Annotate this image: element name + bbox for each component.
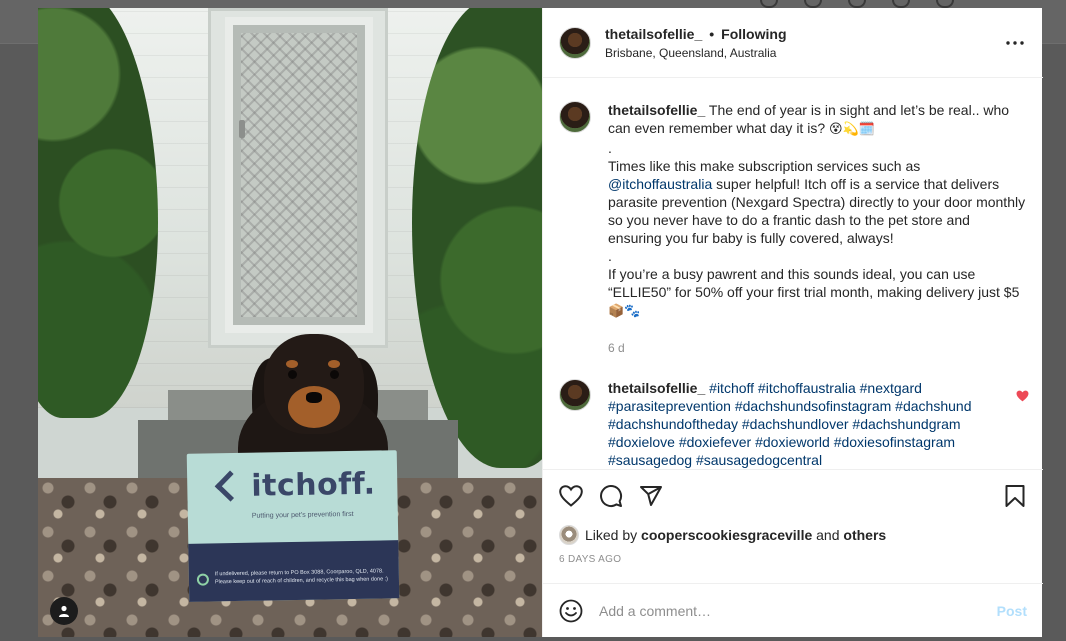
like-button[interactable]: [559, 484, 583, 508]
bag-fineprint: If undelivered, please return to PO Box …: [214, 568, 389, 586]
emoji-button[interactable]: [559, 599, 583, 623]
liker-avatar[interactable]: [559, 525, 579, 545]
comment-icon: [600, 485, 623, 507]
share-icon: [640, 486, 662, 506]
heart-filled-icon: [1016, 390, 1029, 402]
avatar[interactable]: [559, 379, 591, 411]
save-button[interactable]: [1003, 484, 1027, 508]
itchoff-logo-icon: [214, 470, 246, 502]
avatar[interactable]: [559, 26, 591, 59]
comment-input[interactable]: [599, 602, 997, 619]
itchoff-bag: itchoff. Putting your pet's prevention f…: [186, 450, 400, 602]
tagged-users-button[interactable]: [50, 597, 78, 625]
more-options-button[interactable]: [1003, 31, 1027, 55]
bag-tagline: Putting your pet's prevention first: [251, 510, 354, 520]
comment-like-button[interactable]: [1016, 389, 1029, 407]
header-username[interactable]: thetailsofellie_: [605, 26, 702, 42]
comment-button[interactable]: [599, 484, 623, 508]
liker-username[interactable]: cooperscookiesgraceville: [641, 527, 812, 543]
dog-eye: [288, 370, 297, 379]
post-comment-button[interactable]: Post: [997, 603, 1027, 619]
caption-dot: .: [608, 140, 612, 156]
photo-door: [208, 8, 388, 348]
post-details-panel: thetailsofellie_ • Following Brisbane, Q…: [542, 8, 1043, 637]
post-photo: itchoff. Putting your pet's prevention f…: [38, 8, 542, 637]
bag-band: If undelivered, please return to PO Box …: [188, 540, 400, 602]
likes-prefix: Liked by: [585, 527, 638, 543]
caption-username[interactable]: thetailsofellie_: [608, 102, 705, 118]
post-header: thetailsofellie_ • Following Brisbane, Q…: [543, 8, 1043, 78]
post-actions: Liked by cooperscookiesgraceville and ot…: [543, 469, 1043, 565]
user-icon: [59, 605, 69, 617]
add-comment-bar: Post: [543, 583, 1043, 637]
caption-comment: thetailsofellie_ The end of year is in s…: [543, 101, 1043, 357]
more-dots-icon: [1006, 40, 1024, 45]
header-separator: •: [709, 25, 715, 42]
likes-and: and: [816, 527, 840, 543]
post-modal: itchoff. Putting your pet's prevention f…: [38, 8, 1043, 637]
dog-brow: [328, 360, 340, 368]
likes-summary: Liked by cooperscookiesgraceville and ot…: [543, 524, 1043, 546]
heart-icon: [559, 485, 583, 507]
likes-others-link[interactable]: others: [843, 527, 886, 543]
mention-link[interactable]: @itchoffaustralia: [608, 176, 712, 192]
comments-list[interactable]: thetailsofellie_ The end of year is in s…: [543, 79, 1043, 469]
caption-emoji: 📦🐾: [608, 304, 641, 319]
post-timestamp[interactable]: 6 DAYS AGO: [543, 554, 1043, 565]
caption-dot: .: [608, 248, 612, 264]
recycle-icon: [196, 573, 210, 586]
caption-line2-pre: Times like this make subscription servic…: [608, 158, 925, 174]
caption-emoji: 😵💫🗓️: [829, 122, 875, 137]
comment-username[interactable]: thetailsofellie_: [608, 380, 705, 396]
bookmark-icon: [1005, 485, 1025, 507]
following-button[interactable]: Following: [721, 26, 786, 42]
dog-brow: [286, 360, 298, 368]
caption-time[interactable]: 6 d: [608, 339, 1027, 357]
share-button[interactable]: [639, 484, 663, 508]
emoji-icon: [559, 599, 583, 622]
caption-line3: If you’re a busy pawrent and this sounds…: [608, 266, 1024, 300]
dog-eye: [330, 370, 339, 379]
bag-brand: itchoff.: [250, 466, 376, 504]
avatar[interactable]: [559, 101, 591, 133]
location-link[interactable]: Brisbane, Queensland, Australia: [605, 46, 1003, 60]
hashtag-comment: thetailsofellie_ #itchoff #itchoffaustra…: [543, 379, 1043, 469]
dog-nose: [306, 392, 322, 403]
